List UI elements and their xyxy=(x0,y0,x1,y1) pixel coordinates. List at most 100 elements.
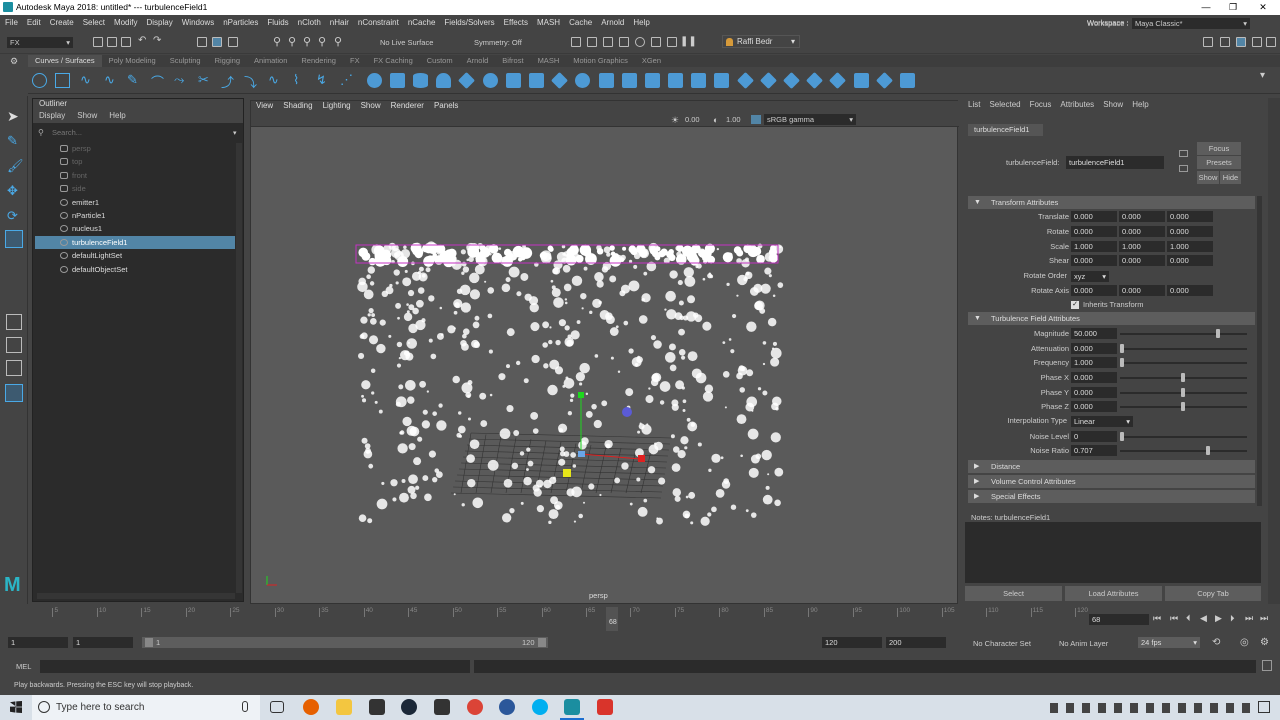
shelf-tab-curves-surfaces[interactable]: Curves / Surfaces xyxy=(28,55,102,67)
attr-scrollbar[interactable] xyxy=(1257,196,1262,506)
rotate-axis-z-field[interactable]: 0.000 xyxy=(1167,285,1213,296)
special-effects-section[interactable]: ▶ Special Effects xyxy=(968,490,1255,503)
outliner-item-defaultobjectset[interactable]: defaultObjectSet xyxy=(35,263,235,276)
hide-button[interactable]: Hide xyxy=(1220,171,1241,184)
menu-nconstraint[interactable]: nConstraint xyxy=(358,18,399,27)
viewport-menu-lighting[interactable]: Lighting xyxy=(323,101,351,113)
attr-tab[interactable]: turbulenceField1 xyxy=(968,124,1043,136)
phasex-field[interactable]: 0.000 xyxy=(1071,372,1117,383)
detach-curve-icon[interactable]: ⤵ xyxy=(244,72,257,91)
nurbs-cone-icon[interactable] xyxy=(436,73,451,88)
outliner-menu-help[interactable]: Help xyxy=(109,111,125,123)
tool-settings-icon[interactable] xyxy=(1252,37,1262,47)
show-button[interactable]: Show xyxy=(1197,171,1219,184)
task-view-icon[interactable] xyxy=(270,701,284,713)
store-icon[interactable] xyxy=(369,699,385,715)
revolve-icon[interactable]: ↯ xyxy=(316,72,327,88)
convert-icon[interactable] xyxy=(900,73,915,88)
nurbs-torus-icon[interactable] xyxy=(483,73,498,88)
gamma-value[interactable]: 1.00 xyxy=(726,115,741,124)
magnitude-field[interactable]: 50.000 xyxy=(1071,328,1117,339)
rotate-z-field[interactable]: 0.000 xyxy=(1167,226,1213,237)
project-curve-icon[interactable] xyxy=(645,73,660,88)
ep-curve-icon[interactable]: ∿ xyxy=(104,72,115,88)
shelf-menu-icon[interactable]: ▾ xyxy=(1260,70,1265,81)
command-input[interactable] xyxy=(40,660,470,673)
surface-edit-icon[interactable] xyxy=(854,73,869,88)
frequency-slider[interactable] xyxy=(1120,362,1247,364)
nurbs-cylinder-icon[interactable] xyxy=(413,73,428,88)
live-surface-label[interactable]: No Live Surface xyxy=(380,38,433,47)
trim-icon[interactable] xyxy=(668,73,683,88)
shelf-tab-rendering[interactable]: Rendering xyxy=(294,55,343,67)
viewport-scene[interactable] xyxy=(251,128,957,603)
magnitude-slider[interactable] xyxy=(1120,333,1247,335)
playback-start-field[interactable]: 1 xyxy=(73,637,133,648)
phasey-slider-handle[interactable] xyxy=(1180,388,1185,397)
menu-create[interactable]: Create xyxy=(50,18,74,27)
pencil-curve-icon[interactable]: ✎ xyxy=(127,72,138,88)
workspace-dropdown[interactable]: Maya Classic* ▾ xyxy=(1132,18,1250,29)
menu-ncloth[interactable]: nCloth xyxy=(298,18,321,27)
nurbs-cube-icon[interactable] xyxy=(390,73,405,88)
step-back-key-icon[interactable]: ⏮ xyxy=(1170,613,1178,624)
translate-x-field[interactable]: 0.000 xyxy=(1071,211,1117,222)
menu-set-dropdown[interactable]: FX ▾ xyxy=(7,37,73,48)
lasso-tool-icon[interactable]: ✎ xyxy=(7,133,18,149)
outliner-item-emitter1[interactable]: emitter1 xyxy=(35,196,235,209)
cut-curve-icon[interactable]: ✂ xyxy=(198,72,209,88)
gamma-icon[interactable]: ◐ xyxy=(713,115,718,125)
outliner-item-persp[interactable]: persp xyxy=(35,142,235,155)
outliner-menu-display[interactable]: Display xyxy=(39,111,65,123)
range-start-handle[interactable] xyxy=(145,638,153,647)
calculator-icon[interactable] xyxy=(434,699,450,715)
noise-level-slider-handle[interactable] xyxy=(1120,432,1124,441)
attribute-editor-icon[interactable] xyxy=(1236,37,1246,47)
interpolation-dropdown[interactable]: Linear ▾ xyxy=(1071,416,1133,427)
select-components-icon[interactable] xyxy=(228,37,238,47)
shelf-tab-poly-modeling[interactable]: Poly Modeling xyxy=(102,55,163,67)
wordpad-icon[interactable] xyxy=(499,699,515,715)
redo-icon[interactable]: ↷ xyxy=(153,35,161,46)
square-surface-icon[interactable] xyxy=(622,73,637,88)
outliner-hscrollbar[interactable] xyxy=(37,593,235,599)
menu-help[interactable]: Help xyxy=(633,18,649,27)
scale-y-field[interactable]: 1.000 xyxy=(1119,241,1165,252)
rotate-y-field[interactable]: 0.000 xyxy=(1119,226,1165,237)
sculpt-geometry-icon[interactable] xyxy=(829,72,846,89)
two-view-icon[interactable] xyxy=(6,360,22,376)
notes-textarea[interactable] xyxy=(965,522,1261,583)
shelf-tab-rigging[interactable]: Rigging xyxy=(208,55,247,67)
menu-effects[interactable]: Effects xyxy=(504,18,528,27)
current-frame-field[interactable]: 68 xyxy=(1089,614,1149,625)
snap-view-icon[interactable]: ⚲ xyxy=(318,35,326,48)
shelf-tab-animation[interactable]: Animation xyxy=(247,55,294,67)
load-attributes-button[interactable]: Load Attributes xyxy=(1065,586,1162,601)
steam-icon[interactable] xyxy=(401,699,417,715)
step-back-frame-icon[interactable]: ⏴ xyxy=(1186,613,1191,624)
rebuild-curve-icon[interactable]: ⌇ xyxy=(293,72,299,88)
exposure-value[interactable]: 0.00 xyxy=(685,115,700,124)
noise-ratio-field[interactable]: 0.707 xyxy=(1071,445,1117,456)
focus-button[interactable]: Focus xyxy=(1197,142,1241,155)
rotate-axis-x-field[interactable]: 0.000 xyxy=(1071,285,1117,296)
snap-grid-icon[interactable]: ⚲ xyxy=(273,35,281,48)
phasez-slider-handle[interactable] xyxy=(1180,402,1185,411)
menu-display[interactable]: Display xyxy=(147,18,173,27)
turbulence-attributes-section[interactable]: ▼ Turbulence Field Attributes xyxy=(968,312,1255,325)
outliner-item-front[interactable]: front xyxy=(35,169,235,182)
extend-surface-icon[interactable] xyxy=(760,72,777,89)
auto-key-icon[interactable]: ◎ xyxy=(1240,637,1249,648)
move-tool-icon[interactable]: ✥ xyxy=(7,183,18,199)
magnitude-slider-handle[interactable] xyxy=(1215,329,1220,338)
volume-control-section[interactable]: ▶ Volume Control Attributes xyxy=(968,475,1255,488)
shelf-tab-mash[interactable]: MASH xyxy=(531,55,567,67)
menu-windows[interactable]: Windows xyxy=(182,18,214,27)
nurbs-square-icon[interactable] xyxy=(55,73,70,88)
insert-isoparm-icon[interactable] xyxy=(737,72,754,89)
shear-y-field[interactable]: 0.000 xyxy=(1119,255,1165,266)
viewport-menu-renderer[interactable]: Renderer xyxy=(391,101,424,113)
attr-menu-help[interactable]: Help xyxy=(1132,98,1148,112)
open-scene-icon[interactable] xyxy=(107,37,117,47)
attach-curve-icon[interactable]: ⤴ xyxy=(221,72,234,91)
